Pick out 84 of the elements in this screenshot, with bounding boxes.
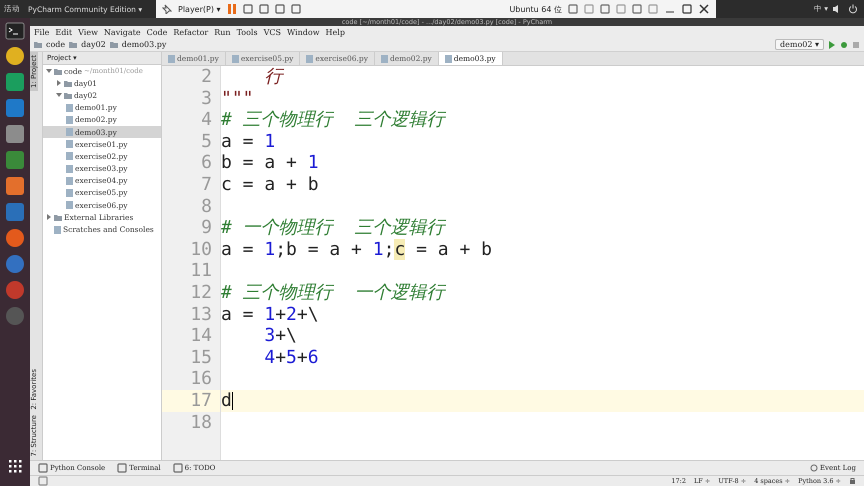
line-number: 12 xyxy=(190,282,212,303)
code-line: 3+\ xyxy=(263,325,297,346)
app-icon[interactable] xyxy=(5,98,25,118)
breadcrumb-item[interactable]: day02 xyxy=(81,40,106,49)
app-grid-icon[interactable] xyxy=(7,458,23,474)
text-cursor xyxy=(232,392,233,410)
line-number: 15 xyxy=(190,346,212,368)
toolbar-icon[interactable] xyxy=(274,4,285,14)
tool-window-icon[interactable] xyxy=(117,463,128,473)
line-number: 16 xyxy=(190,368,212,390)
pause-icon[interactable] xyxy=(226,3,237,15)
player-menu[interactable]: Player(P) ▾ xyxy=(178,4,221,14)
line-number: 4 xyxy=(201,109,212,130)
line-number: 6 xyxy=(201,152,212,174)
file-icon xyxy=(168,54,175,62)
folder-icon xyxy=(34,41,42,48)
collapsed-arrow-icon[interactable] xyxy=(56,80,62,86)
code-line: d xyxy=(221,390,232,411)
layout-icon[interactable] xyxy=(38,476,48,486)
code-line: a = 1 xyxy=(221,130,276,152)
code-line: c = a + b xyxy=(221,174,319,195)
toolbar-icon[interactable] xyxy=(258,4,269,14)
code-line: 行 xyxy=(263,66,282,87)
menu-item[interactable]: File xyxy=(34,28,50,36)
menu-item[interactable]: Navigate xyxy=(104,28,141,36)
code-line: # 三个物理行 三个逻辑行 xyxy=(221,109,444,130)
line-number: 7 xyxy=(201,174,212,195)
line-number: 11 xyxy=(190,260,212,282)
lock-icon[interactable] xyxy=(849,477,856,485)
code-line: a = 1+2+\ xyxy=(221,304,319,325)
power-icon[interactable] xyxy=(848,4,858,14)
line-number: 10 xyxy=(190,238,212,260)
file-icon xyxy=(232,54,239,62)
code-line: b = a + 1 xyxy=(221,152,319,174)
code-line: """ xyxy=(221,88,254,109)
code-line: a = 1;b = a + 1;c = a + b xyxy=(221,238,492,260)
app-icon[interactable] xyxy=(5,150,25,170)
file-icon xyxy=(444,54,452,62)
line-number: 3 xyxy=(201,88,212,109)
menu-item[interactable]: VCS xyxy=(264,28,281,36)
line-number: 9 xyxy=(201,217,212,238)
line-number: 17 xyxy=(190,390,212,411)
expanded-arrow-icon[interactable] xyxy=(46,68,52,74)
menu-item[interactable]: Edit xyxy=(55,28,72,36)
run-icon[interactable] xyxy=(828,40,836,48)
menu-item[interactable]: View xyxy=(78,28,98,36)
file-icon xyxy=(306,54,314,62)
menu-item[interactable]: Code xyxy=(146,28,168,36)
vm-name: Ubuntu 64 位 xyxy=(509,4,562,14)
folder-icon xyxy=(110,41,118,48)
menu-item[interactable]: Refactor xyxy=(173,28,208,36)
expanded-arrow-icon[interactable] xyxy=(56,92,62,98)
app-icon[interactable] xyxy=(5,72,25,92)
terminal-icon[interactable] xyxy=(5,22,25,40)
close-icon[interactable] xyxy=(698,3,710,15)
line-number: 13 xyxy=(190,304,212,325)
collapsed-arrow-icon[interactable] xyxy=(46,214,52,220)
app-icon[interactable] xyxy=(5,176,25,196)
maximize-icon[interactable] xyxy=(682,4,692,14)
breadcrumb-item[interactable]: code xyxy=(46,40,66,49)
toolbar-icon[interactable] xyxy=(242,4,253,14)
folder-icon xyxy=(54,214,62,221)
menu-item[interactable]: Help xyxy=(326,28,345,36)
line-number: 2 xyxy=(201,66,212,87)
line-number: 5 xyxy=(201,130,212,152)
menu-item[interactable]: Window xyxy=(286,28,320,36)
file-icon xyxy=(380,54,388,62)
line-number: 14 xyxy=(190,325,212,346)
line-number: 18 xyxy=(190,412,212,432)
menu-item[interactable]: Tools xyxy=(236,28,258,36)
breadcrumb-item[interactable]: demo03.py xyxy=(122,40,166,49)
line-number: 8 xyxy=(201,196,212,217)
code-line: # 一个物理行 三个逻辑行 xyxy=(221,217,444,238)
code-line: # 三个物理行 一个逻辑行 xyxy=(221,282,444,303)
tool-window-icon[interactable] xyxy=(172,463,183,473)
debug-icon[interactable] xyxy=(840,40,848,48)
code-line: 4+5+6 xyxy=(263,346,319,368)
app-icon[interactable] xyxy=(5,124,25,144)
toolbar-icon[interactable] xyxy=(290,4,301,14)
run-configuration-dropdown[interactable]: demo02 ▾ xyxy=(775,39,824,50)
menu-item[interactable]: Run xyxy=(214,28,231,36)
folder-icon xyxy=(69,41,78,48)
file-icon xyxy=(54,226,61,234)
tool-window-icon[interactable] xyxy=(38,463,48,473)
